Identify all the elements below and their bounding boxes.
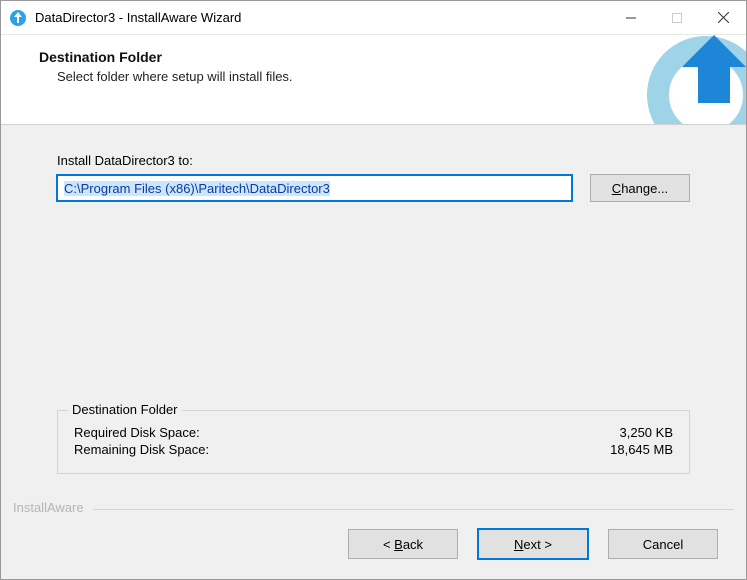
required-space-label: Required Disk Space: <box>74 425 200 440</box>
change-button[interactable]: Change... <box>590 174 690 202</box>
install-path-input[interactable] <box>57 175 572 201</box>
installer-window: DataDirector3 - InstallAware Wizard Dest… <box>0 0 747 580</box>
close-button[interactable] <box>700 1 746 34</box>
branding-bar: InstallAware <box>1 492 746 515</box>
groupbox-title: Destination Folder <box>68 402 182 417</box>
maximize-button <box>654 1 700 34</box>
required-space-row: Required Disk Space: 3,250 KB <box>74 425 673 440</box>
page-subtitle: Select folder where setup will install f… <box>57 69 726 84</box>
disk-space-group: Destination Folder Required Disk Space: … <box>57 410 690 474</box>
minimize-button[interactable] <box>608 1 654 34</box>
app-icon <box>9 9 27 27</box>
cancel-button[interactable]: Cancel <box>608 529 718 559</box>
wizard-header: Destination Folder Select folder where s… <box>1 35 746 125</box>
remaining-space-value: 18,645 MB <box>610 442 673 457</box>
required-space-value: 3,250 KB <box>620 425 674 440</box>
remaining-space-label: Remaining Disk Space: <box>74 442 209 457</box>
titlebar: DataDirector3 - InstallAware Wizard <box>1 1 746 35</box>
install-path-row: Change... <box>57 174 690 202</box>
install-to-label: Install DataDirector3 to: <box>57 153 690 168</box>
page-title: Destination Folder <box>39 49 726 65</box>
wizard-footer: < Back Next > Cancel <box>1 515 746 579</box>
remaining-space-row: Remaining Disk Space: 18,645 MB <box>74 442 673 457</box>
window-title: DataDirector3 - InstallAware Wizard <box>35 10 608 25</box>
branding-text: InstallAware <box>13 500 84 515</box>
window-controls <box>608 1 746 34</box>
header-arrow-icon <box>636 35 746 125</box>
wizard-content: Install DataDirector3 to: Change... Dest… <box>1 125 746 492</box>
back-button[interactable]: < Back <box>348 529 458 559</box>
next-button[interactable]: Next > <box>478 529 588 559</box>
